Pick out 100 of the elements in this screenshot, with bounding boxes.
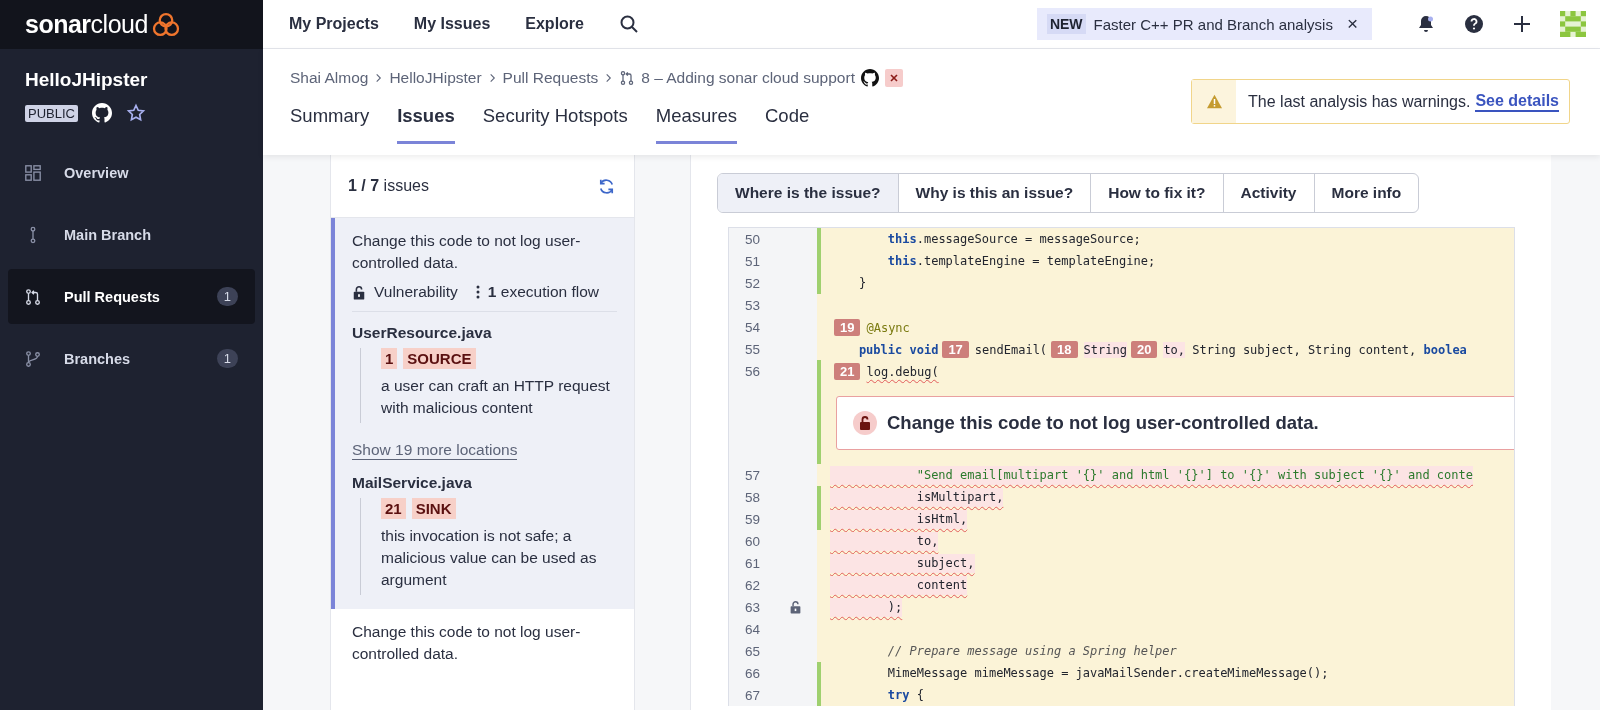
nav-tab[interactable]: Code xyxy=(765,105,810,144)
code-token: } xyxy=(857,276,867,290)
issue-tab[interactable]: Where is the issue? xyxy=(718,174,898,212)
project-name[interactable]: HelloJHipster xyxy=(25,69,238,91)
help-icon[interactable] xyxy=(1464,14,1484,34)
location-number[interactable]: 1 xyxy=(381,348,398,369)
nav-tab[interactable]: Measures xyxy=(655,105,737,144)
breadcrumb-link[interactable]: HelloJHipster xyxy=(389,69,482,87)
unlocked-padlock-icon xyxy=(853,411,877,435)
code-token: // Prepare message using a Spring helper xyxy=(886,644,1177,658)
file-name: UserResource.java xyxy=(352,324,493,342)
kebab-icon xyxy=(475,285,480,299)
new-badge: NEW xyxy=(1046,14,1086,34)
execution-flow-count[interactable]: 1 execution flow xyxy=(487,283,599,301)
line-number: 52 xyxy=(745,275,761,291)
issue-tab[interactable]: Why is this an issue? xyxy=(897,174,1091,212)
pull-request-icon xyxy=(619,70,636,86)
issue-tab[interactable]: More info xyxy=(1313,174,1419,212)
github-icon[interactable] xyxy=(91,103,112,123)
location-description: a user can craft an HTTP request with malicious content xyxy=(381,376,611,418)
nav-tab[interactable]: Security Hotspots xyxy=(482,105,628,144)
location-label[interactable]: SOURCE xyxy=(403,348,476,369)
pull-request-icon xyxy=(24,287,42,306)
line-number: 51 xyxy=(745,253,761,269)
code-token: "Send email[multipart '{}' and html '{}'] to '{}' with subject '{}' and conte xyxy=(915,467,1473,482)
pull-request-title: 8 – Adding sonar cloud support xyxy=(641,69,855,87)
nav-tab[interactable]: Summary xyxy=(290,105,370,144)
code-token: sendEmail( xyxy=(974,342,1048,357)
cloud-logo-icon xyxy=(151,12,180,37)
show-more-link[interactable]: Show 19 more locations xyxy=(352,441,518,460)
sidebar-item[interactable]: Pull Requests 1 xyxy=(8,269,255,324)
code-token: this xyxy=(886,232,917,246)
code-token: isHtml, xyxy=(915,511,968,526)
location-number[interactable]: 21 xyxy=(381,498,406,519)
see-details-link[interactable]: See details xyxy=(1475,91,1559,112)
line-number: 67 xyxy=(745,687,761,703)
issue-message: Change this code to not log user-controlled data. xyxy=(352,622,582,664)
code-token: content xyxy=(915,577,968,592)
line-number: 56 xyxy=(745,363,761,379)
sidebar-item[interactable]: Main Branch xyxy=(8,207,255,262)
news-banner[interactable]: NEW Faster C++ PR and Branch analysis × xyxy=(1036,8,1372,40)
line-number: 60 xyxy=(745,533,761,549)
code-token: public void xyxy=(857,342,939,357)
file-name: MailService.java xyxy=(352,474,473,492)
code-token: ); xyxy=(886,599,903,614)
line-number: 59 xyxy=(745,511,761,527)
line-number: 54 xyxy=(745,319,761,335)
line-number: 53 xyxy=(745,297,761,313)
count-badge: 1 xyxy=(216,349,238,368)
code-token: to, xyxy=(1163,341,1186,358)
location-label[interactable]: SINK xyxy=(411,498,456,519)
line-number: 50 xyxy=(745,231,761,247)
code-token: { xyxy=(915,688,924,702)
nav-link[interactable]: My Issues xyxy=(413,15,491,33)
star-icon[interactable] xyxy=(125,103,146,123)
code-token: .messageSource = messageSource; xyxy=(916,232,1141,246)
unlocked-padlock-icon xyxy=(352,284,366,300)
issue-message: Change this code to not log user-controlled data. xyxy=(352,231,582,273)
line-number: 65 xyxy=(745,643,761,659)
nav-link[interactable]: Explore xyxy=(525,15,584,33)
code-token: this xyxy=(886,254,917,268)
issue-card[interactable]: Change this code to not log user-controlled data. xyxy=(331,609,634,679)
news-text: Faster C++ PR and Branch analysis xyxy=(1093,15,1333,33)
visibility-badge: PUBLIC xyxy=(25,104,78,122)
sidebar-item[interactable]: Branches 1 xyxy=(8,331,255,386)
code-token: to, xyxy=(915,533,939,548)
issue-count: 1 / 7 issues xyxy=(348,177,429,195)
code-token: String subject, String content, xyxy=(1191,342,1417,357)
issue-message: Change this code to not log user-controlled data. xyxy=(887,412,1319,434)
sidebar-item[interactable]: Overview xyxy=(8,145,255,200)
nav-tab[interactable]: Issues xyxy=(397,105,455,144)
warning-text: The last analysis has warnings. xyxy=(1248,92,1471,111)
chevron-right-icon xyxy=(604,73,614,83)
close-button[interactable]: × xyxy=(1346,13,1358,35)
plus-icon[interactable] xyxy=(1512,14,1532,34)
breadcrumb-link[interactable]: Shai Almog xyxy=(290,69,369,87)
github-icon[interactable] xyxy=(860,69,879,87)
grid-icon xyxy=(24,163,42,182)
code-token: @Async xyxy=(866,320,910,335)
line-number: 64 xyxy=(745,621,761,637)
code-token: String xyxy=(1083,341,1127,358)
breadcrumb-link[interactable]: Pull Requests xyxy=(502,69,599,87)
line-number: 57 xyxy=(745,467,761,483)
chevron-right-icon xyxy=(374,73,384,83)
failed-status-icon xyxy=(884,69,903,87)
line-number: 63 xyxy=(745,599,761,615)
unlocked-padlock-icon[interactable] xyxy=(789,600,802,614)
branch-icon xyxy=(24,349,42,368)
issue-tab[interactable]: Activity xyxy=(1222,174,1314,212)
refresh-icon[interactable] xyxy=(597,176,616,196)
bell-icon[interactable] xyxy=(1416,14,1436,34)
search-icon[interactable] xyxy=(619,14,639,34)
line-number: 62 xyxy=(745,577,761,593)
issue-type: Vulnerability xyxy=(374,283,458,301)
count-badge: 1 xyxy=(216,287,238,306)
code-token: boolea xyxy=(1422,342,1467,357)
line-number: 55 xyxy=(745,341,761,357)
issue-tab[interactable]: How to fix it? xyxy=(1090,174,1223,212)
issue-card[interactable] xyxy=(331,218,634,609)
nav-link[interactable]: My Projects xyxy=(289,15,379,33)
